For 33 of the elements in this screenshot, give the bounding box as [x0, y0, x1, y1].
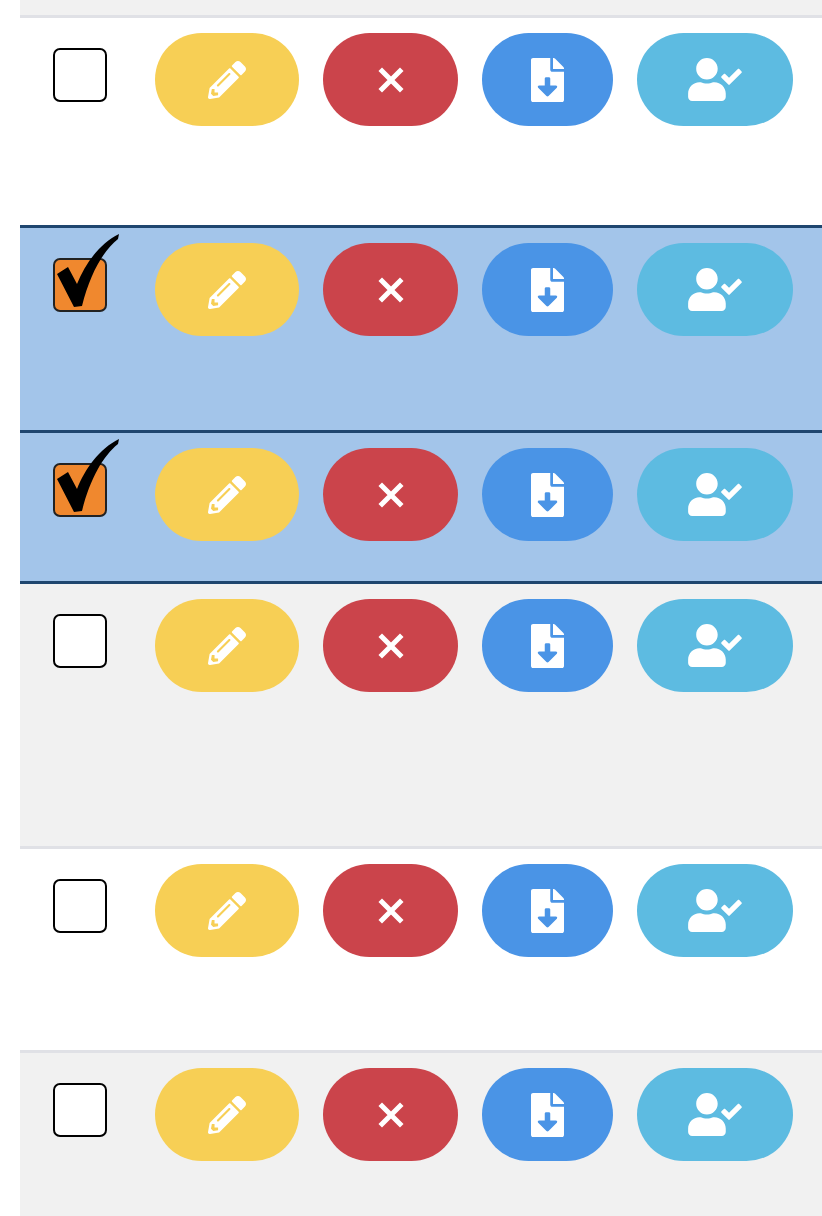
- file-download-icon: [531, 623, 564, 668]
- x-icon: [377, 66, 404, 93]
- file-download-icon: [531, 267, 564, 312]
- x-icon: [377, 481, 404, 508]
- pencil-icon: [208, 475, 246, 514]
- pencil-icon: [208, 1095, 246, 1134]
- file-download-icon: [531, 1092, 564, 1137]
- file-download-icon: [531, 472, 564, 517]
- checkbox[interactable]: [53, 614, 107, 668]
- file-download-icon: [531, 888, 564, 933]
- pencil-icon: [208, 626, 246, 665]
- check-icon: [57, 439, 119, 513]
- x-icon: [377, 897, 404, 924]
- user-check-icon: [688, 58, 742, 101]
- pencil-icon: [208, 891, 246, 930]
- pencil-icon: [208, 60, 246, 99]
- checkbox[interactable]: [53, 879, 107, 933]
- x-icon: [377, 276, 404, 303]
- check-icon: [57, 234, 119, 308]
- file-download-icon: [531, 57, 564, 102]
- selected-table-row[interactable]: [20, 430, 822, 581]
- table-row[interactable]: [20, 581, 822, 846]
- user-check-icon: [688, 1093, 742, 1136]
- x-icon: [377, 632, 404, 659]
- checkbox[interactable]: [53, 48, 107, 102]
- user-check-icon: [688, 268, 742, 311]
- user-check-icon: [688, 473, 742, 516]
- pencil-icon: [208, 270, 246, 309]
- x-icon: [377, 1101, 404, 1128]
- user-check-icon: [688, 624, 742, 667]
- user-check-icon: [688, 889, 742, 932]
- selected-table-row[interactable]: [20, 225, 822, 430]
- checkbox[interactable]: [53, 1083, 107, 1137]
